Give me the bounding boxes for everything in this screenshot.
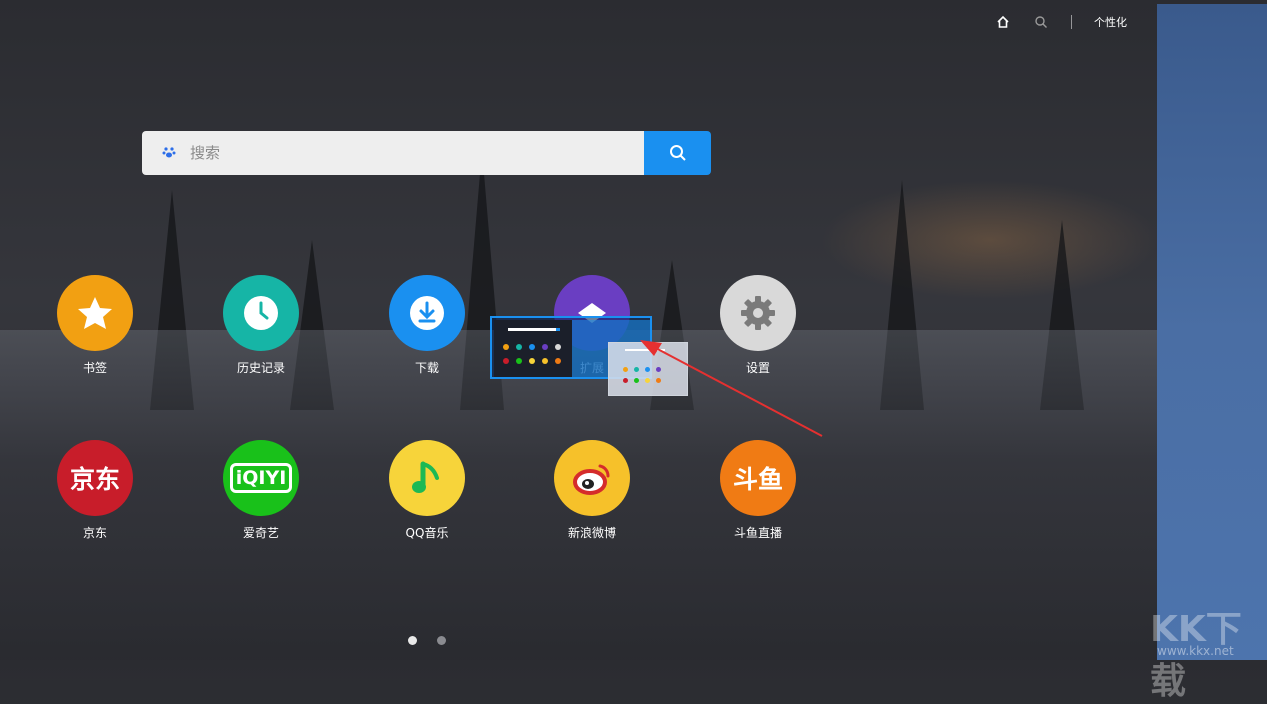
annotation-arrow xyxy=(640,340,823,437)
page-dot-1[interactable] xyxy=(408,636,417,645)
page-dot-2[interactable] xyxy=(437,636,446,645)
page-indicator xyxy=(408,636,446,645)
